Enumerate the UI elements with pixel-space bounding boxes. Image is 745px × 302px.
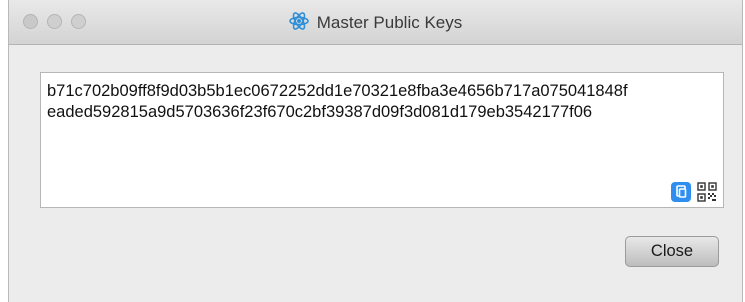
key-line-1: b71c702b09ff8f9d03b5b1ec0672252dd1e70321…: [47, 82, 628, 100]
window-title: Master Public Keys: [316, 13, 463, 32]
close-button[interactable]: Close: [625, 236, 719, 267]
qr-glyph: [697, 182, 717, 202]
qr-code-icon[interactable]: [697, 182, 717, 202]
title-bar[interactable]: Master Public Keys: [9, 0, 742, 45]
master-public-key-field[interactable]: b71c702b09ff8f9d03b5b1ec0672252dd1e70321…: [40, 72, 724, 208]
atom-logo-icon: [288, 12, 309, 30]
master-public-keys-window: Master Public Keys b71c702b09ff8f9d03b5b…: [8, 0, 743, 302]
copy-icon[interactable]: [671, 182, 691, 202]
key-line-2: eaded592815a9d5703636f23f670c2bf39387d09…: [47, 103, 593, 121]
copy-glyph: [676, 185, 687, 198]
window-title-group: Master Public Keys: [9, 11, 742, 33]
